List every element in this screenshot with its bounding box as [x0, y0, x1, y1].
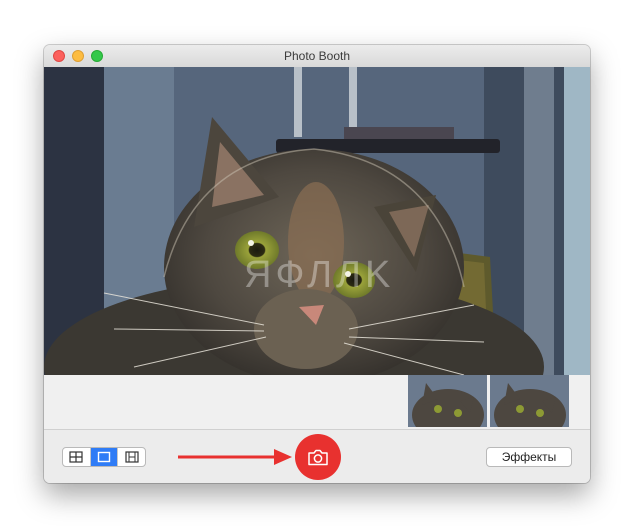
film-strip-icon [125, 451, 139, 463]
single-frame-icon [97, 451, 111, 463]
photo-strip [44, 375, 590, 429]
watermark-text: ЯФЛЛK [244, 254, 394, 296]
single-photo-view-button[interactable] [90, 448, 119, 466]
view-mode-selector [62, 447, 146, 467]
four-up-view-button[interactable] [63, 448, 91, 466]
camera-icon [308, 449, 328, 465]
grid-icon [69, 451, 83, 463]
take-photo-button[interactable] [295, 434, 341, 480]
camera-preview: ЯФЛЛK [44, 67, 590, 375]
effects-button[interactable]: Эффекты [486, 447, 572, 467]
photo-thumbnail[interactable] [490, 375, 569, 427]
title-bar[interactable]: Photo Booth [44, 45, 590, 68]
photo-booth-window: Photo Booth ЯФЛЛK Эффекты [44, 45, 590, 483]
window-title: Photo Booth [283, 49, 351, 63]
red-arrow-annotation [178, 449, 292, 465]
bottom-toolbar: Эффекты [44, 429, 590, 483]
video-view-button[interactable] [118, 448, 145, 466]
cat-photo: ЯФЛЛK [44, 67, 590, 375]
photo-thumbnail[interactable] [408, 375, 487, 427]
